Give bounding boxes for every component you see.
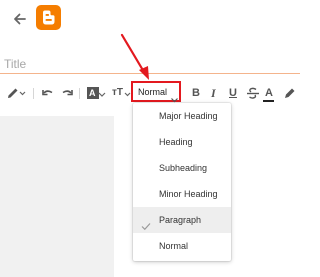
blogger-logo-icon[interactable] [36, 5, 61, 30]
menu-item-label: Major Heading [159, 111, 218, 121]
title-input[interactable] [4, 56, 300, 72]
bold-icon[interactable]: B [192, 85, 200, 101]
toolbar-divider [79, 88, 80, 99]
title-underline [0, 73, 300, 74]
font-size-glyph: тT [112, 87, 124, 98]
format-select-value: Normal [138, 87, 168, 97]
italic-icon[interactable]: I [211, 85, 216, 101]
undo-icon[interactable] [40, 85, 56, 101]
menu-item-label: Heading [159, 137, 193, 147]
menu-item-label: Normal [159, 241, 189, 251]
menu-item-major-heading[interactable]: Major Heading [133, 103, 231, 129]
text-style-glyph: A [89, 88, 96, 98]
text-color-bar [263, 100, 274, 102]
menu-item-label: Paragraph [159, 215, 202, 225]
highlight-icon[interactable] [282, 85, 298, 101]
arrow-back-icon[interactable] [10, 9, 30, 29]
top-bar [0, 0, 300, 44]
toolbar-divider [33, 88, 34, 99]
menu-item-minor-heading[interactable]: Minor Heading [133, 181, 231, 207]
text-color-icon[interactable]: A [265, 85, 273, 101]
redo-icon[interactable] [59, 85, 75, 101]
underline-icon[interactable]: U [229, 85, 237, 101]
format-select[interactable]: Normal [131, 81, 181, 103]
menu-item-label: Subheading [159, 163, 208, 173]
menu-item-heading[interactable]: Heading [133, 129, 231, 155]
menu-item-normal[interactable]: Normal [133, 233, 231, 259]
menu-item-label: Minor Heading [159, 189, 218, 199]
pencil-icon[interactable] [6, 85, 26, 101]
format-dropdown-menu: Major Heading Heading Subheading Minor H… [133, 103, 231, 261]
strikethrough-icon[interactable] [246, 85, 260, 101]
menu-item-subheading[interactable]: Subheading [133, 155, 231, 181]
menu-item-paragraph[interactable]: Paragraph [133, 207, 231, 233]
